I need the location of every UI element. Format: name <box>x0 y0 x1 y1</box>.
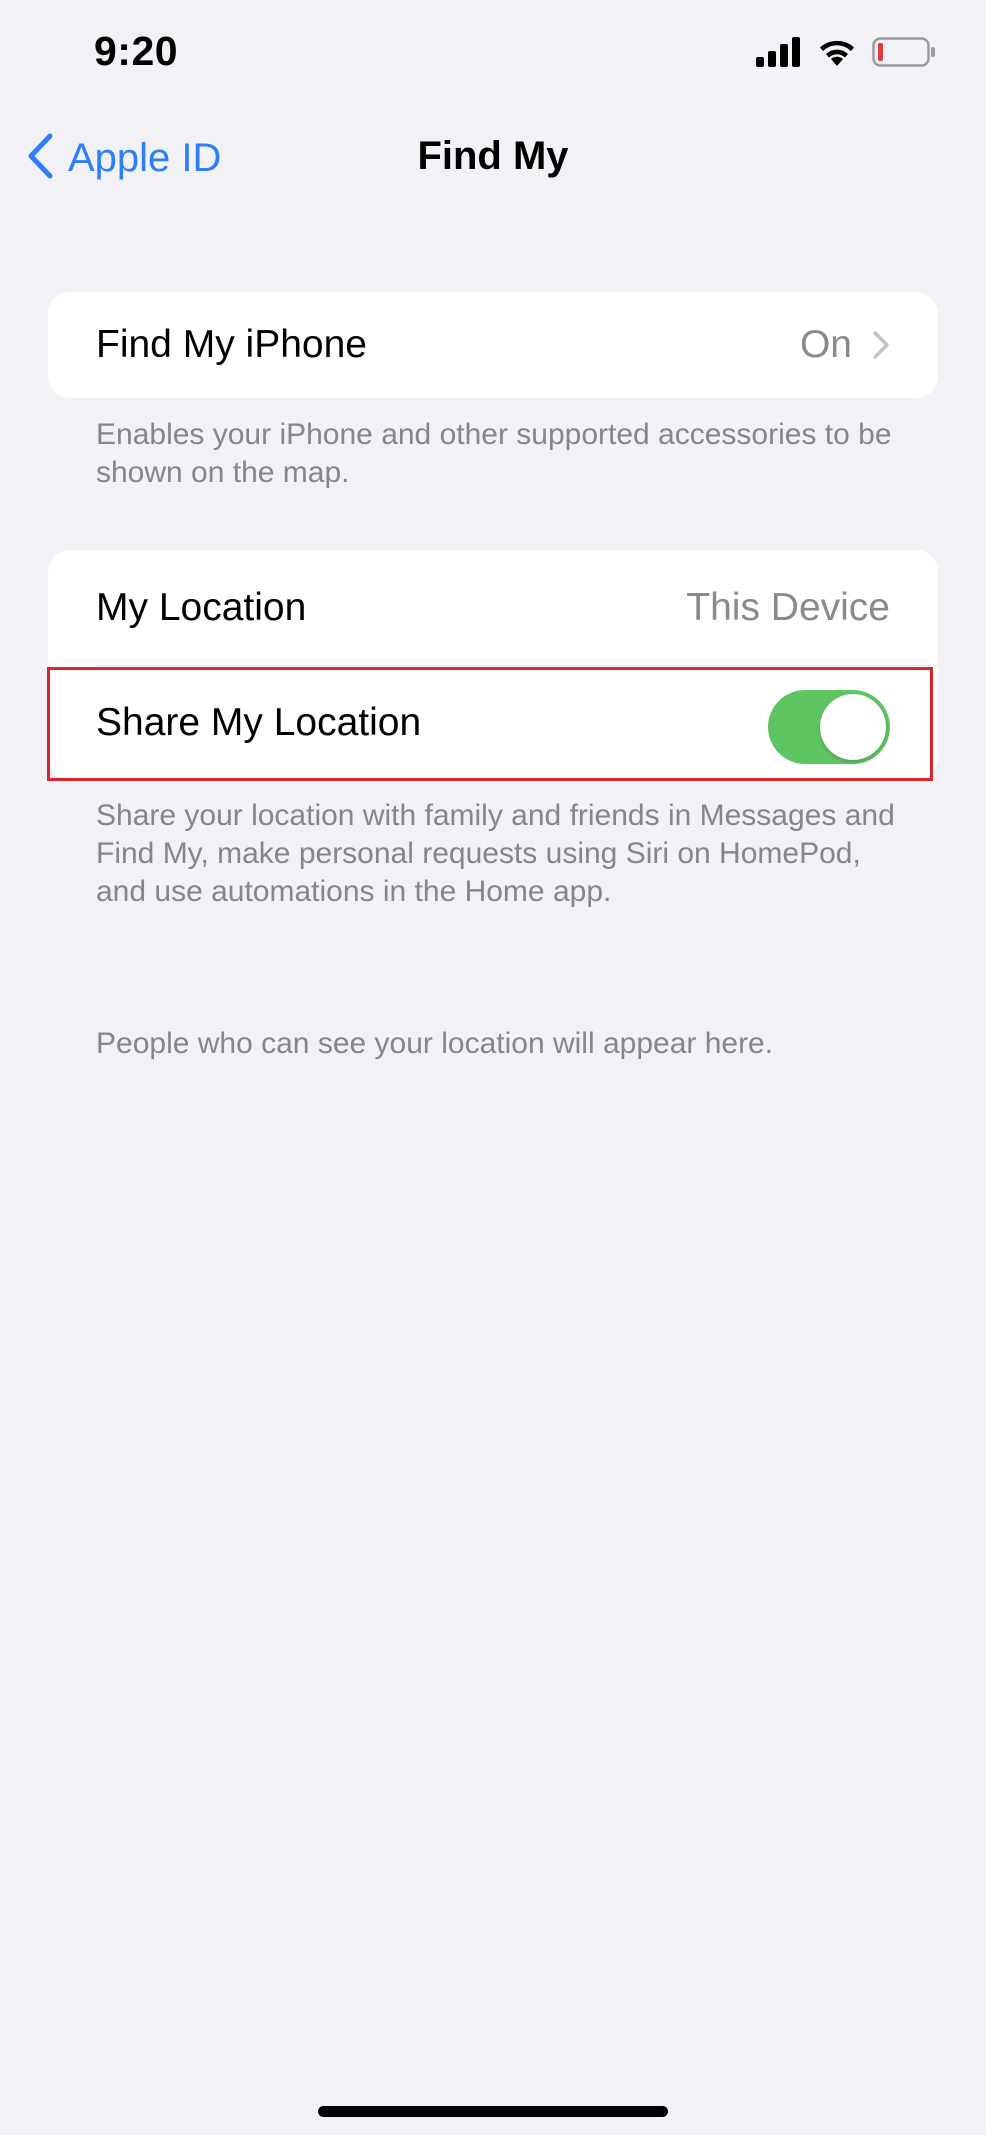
battery-low-icon <box>872 37 936 67</box>
find-my-iphone-row[interactable]: Find My iPhone On <box>48 292 938 398</box>
find-my-iphone-group: Find My iPhone On <box>48 292 938 398</box>
page-title: Find My <box>417 134 569 178</box>
navigation-bar: Apple ID Find My <box>0 120 986 196</box>
home-indicator[interactable] <box>318 2106 668 2117</box>
toggle-knob <box>820 694 886 760</box>
status-bar: 9:20 <box>0 0 986 110</box>
share-my-location-row: Share My Location <box>48 665 938 780</box>
find-my-iphone-value: On <box>799 323 852 366</box>
share-location-footer: Share your location with family and frie… <box>96 799 895 908</box>
find-my-iphone-value-group: On <box>800 323 890 367</box>
my-location-label: My Location <box>96 585 307 629</box>
status-time: 9:20 <box>94 28 179 74</box>
status-icons <box>756 36 936 68</box>
find-my-iphone-footer: Enables your iPhone and other supported … <box>96 418 892 489</box>
location-group: My Location This Device Share My Locatio… <box>48 550 938 780</box>
share-my-location-label: Share My Location <box>96 700 422 744</box>
my-location-row[interactable]: My Location This Device <box>48 550 938 665</box>
share-my-location-toggle[interactable] <box>768 690 890 764</box>
people-note: People who can see your location will ap… <box>96 1027 774 1060</box>
chevron-right-icon <box>872 330 890 360</box>
my-location-value: This Device <box>686 585 890 629</box>
wifi-icon <box>816 36 858 68</box>
find-my-iphone-label: Find My iPhone <box>96 323 367 366</box>
cellular-signal-icon <box>756 37 802 67</box>
find-my-settings-screen: 9:20 Apple ID Find My Find My iPhone On … <box>0 0 986 2135</box>
